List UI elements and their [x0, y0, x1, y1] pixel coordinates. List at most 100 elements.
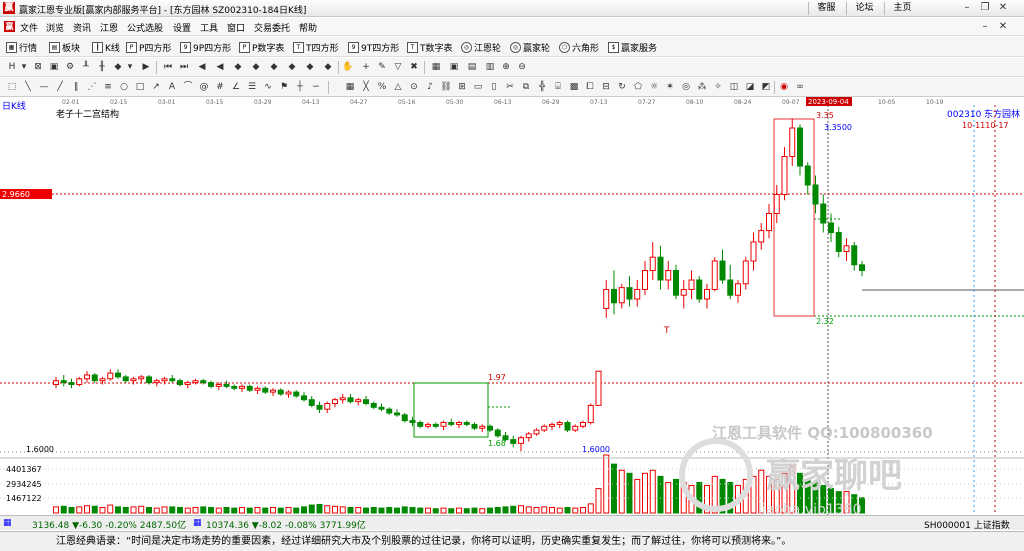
percent-icon[interactable]: %: [376, 81, 388, 93]
wave-icon[interactable]: ∽: [310, 81, 322, 93]
menu-trade[interactable]: 交易委托: [254, 21, 290, 34]
service-button[interactable]: 客服: [808, 2, 844, 15]
table-icon[interactable]: ▦: [430, 61, 442, 73]
dropdown-icon[interactable]: ▾: [124, 61, 136, 73]
eraser-icon[interactable]: ✖: [408, 61, 420, 73]
timer-icon[interactable]: ⊙: [408, 81, 420, 93]
arrow-icon[interactable]: ↗: [150, 81, 162, 93]
cycle-icon[interactable]: ∿: [262, 81, 274, 93]
angle-icon[interactable]: ∠: [230, 81, 242, 93]
note-icon[interactable]: ♪: [424, 81, 436, 93]
select-icon[interactable]: ⬚: [6, 81, 18, 93]
menu-help[interactable]: 帮助: [299, 21, 317, 34]
color-icon[interactable]: ◉: [778, 81, 790, 93]
fib-icon[interactable]: ≡: [102, 81, 114, 93]
menu-tools[interactable]: 工具: [200, 21, 218, 34]
diamond-b-icon[interactable]: ◆: [250, 61, 262, 73]
target-icon[interactable]: ◎: [680, 81, 692, 93]
line-icon[interactable]: ╲: [22, 81, 34, 93]
bars-icon[interactable]: ╨: [80, 61, 92, 73]
star-icon[interactable]: ✶: [664, 81, 676, 93]
triangle-icon[interactable]: △: [392, 81, 404, 93]
menu-file[interactable]: 文件: [20, 21, 38, 34]
sz-index-status[interactable]: 10374.36 ▼-8.02 -0.08% 3771.99亿: [206, 518, 366, 531]
cut-icon[interactable]: ✂: [504, 81, 516, 93]
menu-formula[interactable]: 公式选股: [127, 21, 163, 34]
last-icon[interactable]: ⏭: [178, 61, 190, 73]
gann-fan-icon[interactable]: ☰: [246, 81, 258, 93]
copy-icon[interactable]: ⧠: [584, 81, 596, 93]
sun-icon[interactable]: ☼: [648, 81, 660, 93]
toolbar-p-square[interactable]: P P四方形: [126, 40, 171, 54]
sh-index-status[interactable]: 3136.48 ▼-6.30 -0.20% 2487.50亿: [32, 518, 186, 531]
pen-icon[interactable]: ✎: [376, 61, 388, 73]
frame-icon[interactable]: ⌸: [552, 81, 564, 93]
menu-info[interactable]: 资讯: [73, 21, 91, 34]
toolbar-winner-wheel[interactable]: ◎ 赢家轮: [510, 40, 550, 54]
circle-icon[interactable]: ○: [118, 81, 130, 93]
toolbar-gann-wheel[interactable]: ◎ 江恩轮: [461, 40, 501, 54]
hand-icon[interactable]: ✋: [342, 61, 354, 73]
toolbar-t-square[interactable]: T T四方形: [293, 40, 339, 54]
grid-alt-icon[interactable]: ▩: [568, 81, 580, 93]
layers-icon[interactable]: ⧉: [520, 81, 532, 93]
spark-icon[interactable]: ✧: [712, 81, 724, 93]
dots-icon[interactable]: ⁂: [696, 81, 708, 93]
diamond-icon[interactable]: ◆: [112, 61, 124, 73]
link-icon[interactable]: ⛓: [440, 81, 452, 93]
kline-chart[interactable]: 02-01 02-15 03-01 03-15 03-29 04-13 04-27 05-16…: [0, 97, 1024, 518]
window-icon[interactable]: ▣: [448, 61, 460, 73]
quad-icon[interactable]: ⊟: [600, 81, 612, 93]
toolbar-kline[interactable]: ┃ K线: [92, 40, 120, 54]
pentagon-icon[interactable]: ⬠: [632, 81, 644, 93]
zoom-in-icon[interactable]: ⊕: [500, 61, 512, 73]
h-icon[interactable]: H: [6, 61, 18, 73]
lock-icon[interactable]: ⊞: [456, 81, 468, 93]
print-icon[interactable]: ▥: [484, 61, 496, 73]
tag-icon[interactable]: ▽: [392, 61, 404, 73]
split-icon[interactable]: ╬: [536, 81, 548, 93]
toolbar-sector[interactable]: ▤ 板块: [49, 40, 80, 54]
minimize-icon[interactable]: –: [960, 2, 974, 14]
toolbar-9t-square[interactable]: 9 9T四方形: [348, 40, 399, 54]
toolbar-9p-square[interactable]: 9 9P四方形: [180, 40, 231, 54]
cross-icon[interactable]: +: [360, 61, 372, 73]
diamond-f-icon[interactable]: ◆: [322, 61, 334, 73]
calc-icon[interactable]: ▣: [48, 61, 60, 73]
child-close-icon[interactable]: ✕: [996, 21, 1010, 33]
spiral-icon[interactable]: @: [198, 81, 210, 93]
restore-icon[interactable]: ❐: [978, 2, 992, 14]
toolbar-p-table[interactable]: P P数字表: [239, 40, 284, 54]
toolbar-t-table[interactable]: T T数字表: [407, 40, 453, 54]
close-icon[interactable]: ✕: [996, 2, 1010, 14]
text-icon[interactable]: A: [166, 81, 178, 93]
diamond-a-icon[interactable]: ◆: [232, 61, 244, 73]
ruler-icon[interactable]: ┼: [294, 81, 306, 93]
index-name[interactable]: SH000001 上证指数: [924, 518, 1010, 531]
delete-icon[interactable]: ╳: [360, 81, 372, 93]
menu-settings[interactable]: 设置: [173, 21, 191, 34]
box-select-icon[interactable]: ▭: [472, 81, 484, 93]
square-icon[interactable]: ▦: [344, 81, 356, 93]
diamond-e-icon[interactable]: ◆: [304, 61, 316, 73]
child-minimize-icon[interactable]: –: [978, 21, 992, 33]
home-button[interactable]: 主页: [884, 2, 920, 15]
toolbar-quotes[interactable]: ▦ 行情: [6, 40, 37, 54]
zoom-out-icon[interactable]: ⊖: [516, 61, 528, 73]
diamond-c-icon[interactable]: ◆: [268, 61, 280, 73]
infinity-icon[interactable]: ∞: [794, 81, 806, 93]
hline-icon[interactable]: —: [38, 81, 50, 93]
menu-browse[interactable]: 浏览: [46, 21, 64, 34]
square4-icon[interactable]: ◩: [760, 81, 772, 93]
toolbar-hexagon[interactable]: ⬡ 六角形: [559, 40, 599, 54]
flag-icon[interactable]: ▶: [140, 61, 152, 73]
next-icon[interactable]: ◀: [214, 61, 226, 73]
square2-icon[interactable]: ◫: [728, 81, 740, 93]
channel-icon[interactable]: ∥: [70, 81, 82, 93]
grid-draw-icon[interactable]: #: [214, 81, 226, 93]
zoom-icon[interactable]: ⊠: [32, 61, 44, 73]
save-icon[interactable]: ▤: [466, 61, 478, 73]
menu-gann[interactable]: 江恩: [100, 21, 118, 34]
ray-icon[interactable]: ╱: [54, 81, 66, 93]
first-icon[interactable]: ⏮: [162, 61, 174, 73]
